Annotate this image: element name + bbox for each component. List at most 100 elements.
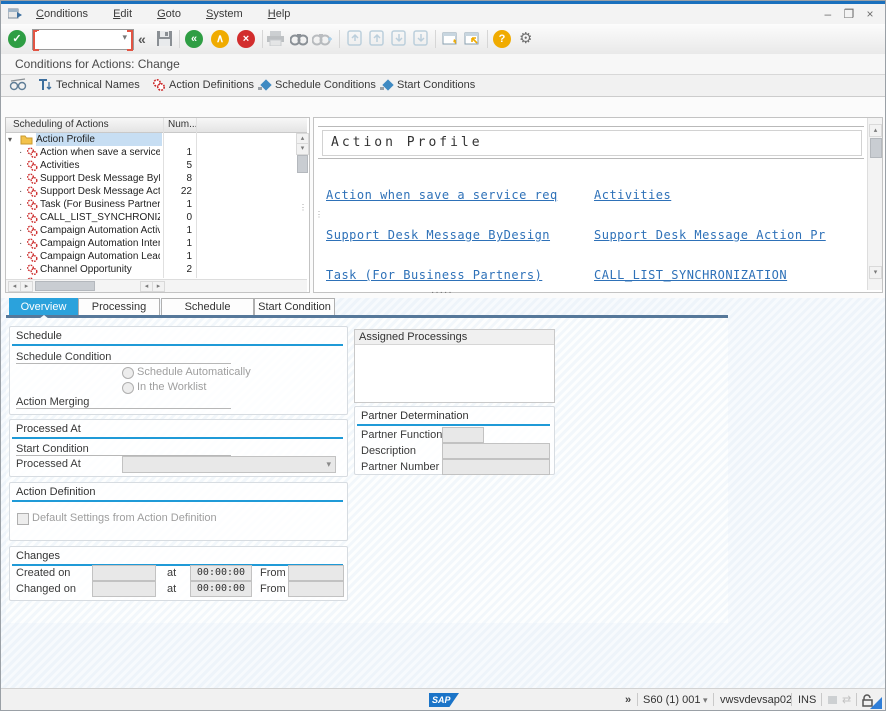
- tree-row[interactable]: · Support Desk Message ByDes 8: [6, 172, 294, 185]
- create-shortcut-icon[interactable]: [464, 30, 482, 49]
- start-condition-label: Start Condition: [16, 443, 231, 456]
- profile-link[interactable]: Support Desk Message ByDesign: [326, 228, 550, 242]
- tree-scroll-down[interactable]: ▾: [296, 143, 309, 155]
- tree-row[interactable]: · Support Desk Message Action 22: [6, 185, 294, 198]
- tree-item-label[interactable]: Task (For Business Partners): [40, 198, 160, 211]
- tree-scrollbar-thumb[interactable]: [297, 155, 308, 173]
- schedule-conditions-button[interactable]: Schedule Conditions: [275, 75, 376, 96]
- new-session-icon[interactable]: [442, 30, 460, 49]
- tree-item-label[interactable]: Support Desk Message ByDes: [40, 172, 160, 185]
- tree-expand-icon[interactable]: ▾: [8, 133, 12, 146]
- tree-row[interactable]: · Campaign Automation Activit 1: [6, 224, 294, 237]
- tree-row[interactable]: · Campaign Automation Lead 1: [6, 250, 294, 263]
- display-change-icon[interactable]: [9, 78, 27, 95]
- created-from-label: From: [260, 567, 286, 579]
- tree-item-label[interactable]: Campaign Automation Activit: [40, 224, 160, 237]
- action-definitions-button[interactable]: Action Definitions: [169, 75, 254, 96]
- profile-link[interactable]: CALL_LIST_SYNCHRONIZATION: [594, 268, 787, 282]
- tree-item-num: 2: [162, 263, 192, 276]
- profile-link[interactable]: Action when save a service req: [326, 188, 558, 202]
- profile-scroll-up[interactable]: ▴: [869, 124, 882, 137]
- pane-splitter-handle[interactable]: ·····: [431, 287, 453, 298]
- tree-hscrollbar-thumb[interactable]: [35, 281, 95, 291]
- tree-item-label[interactable]: Action when save a service re: [40, 146, 160, 159]
- changed-at-label: at: [167, 583, 176, 595]
- changed-from-label: From: [260, 583, 286, 595]
- tree-row[interactable]: · CALL_LIST_SYNCHRONIZATI 0: [6, 211, 294, 224]
- tree-hscrollbar: ◂ ▸ ◂ ▸: [6, 279, 307, 292]
- action-merging-label: Action Merging: [16, 396, 231, 409]
- status-expand-icon[interactable]: »: [625, 689, 631, 711]
- menu-help[interactable]: Help: [268, 4, 291, 24]
- profile-scroll-down[interactable]: ▾: [869, 266, 882, 279]
- insert-mode-indicator[interactable]: INS: [798, 689, 816, 711]
- help-icon[interactable]: ?: [493, 30, 511, 48]
- profile-link[interactable]: Task (For Business Partners): [326, 268, 542, 282]
- tree-item-label[interactable]: Channel Opportunity: [40, 263, 160, 276]
- command-input[interactable]: [37, 31, 119, 47]
- tree-item-num: 8: [162, 172, 192, 185]
- tree-row[interactable]: · Action when save a service re 1: [6, 146, 294, 159]
- processed-at-dropdown[interactable]: ▾: [122, 456, 336, 473]
- resize-corner[interactable]: [870, 697, 882, 709]
- minimize-button[interactable]: –: [819, 4, 837, 24]
- created-on-field: [92, 565, 156, 581]
- tree-row[interactable]: · Task (For Business Partners) 1: [6, 198, 294, 211]
- close-button[interactable]: ×: [861, 4, 879, 24]
- schedule-automatically-radio[interactable]: [122, 367, 134, 379]
- maximize-button[interactable]: ❐: [840, 4, 858, 24]
- menu-system[interactable]: System: [206, 4, 243, 24]
- window-controls: – ❐ ×: [819, 4, 879, 24]
- tree-item-num: 0: [162, 211, 192, 224]
- system-menu-icon[interactable]: [8, 8, 22, 23]
- default-settings-label: Default Settings from Action Definition: [32, 512, 217, 524]
- save-icon[interactable]: [156, 30, 173, 50]
- menu-goto[interactable]: Goto: [157, 4, 181, 24]
- tree-header: Scheduling of Actions Num...: [6, 118, 307, 133]
- tree-splitter-grip[interactable]: ⋮: [299, 206, 307, 210]
- default-settings-checkbox[interactable]: [17, 513, 29, 525]
- tree-root-row[interactable]: ▾ Action Profile: [6, 133, 294, 146]
- command-field[interactable]: ▾: [32, 29, 134, 50]
- tree-header-name[interactable]: Scheduling of Actions: [13, 118, 109, 132]
- tree-item-label[interactable]: Support Desk Message Action: [40, 185, 160, 198]
- tree-row[interactable]: · Campaign Automation Intern 1: [6, 237, 294, 250]
- tree-item-label[interactable]: CALL_LIST_SYNCHRONIZATI: [40, 211, 160, 224]
- find-icon[interactable]: [290, 30, 308, 49]
- back-icon[interactable]: «: [185, 30, 203, 48]
- tree-root-label[interactable]: Action Profile: [36, 133, 162, 146]
- panel-splitter-grip[interactable]: ⋮: [315, 210, 323, 219]
- sap-gui-window: Conditions Edit Goto System Help – ❐ × ✓…: [0, 0, 886, 711]
- menu-edit[interactable]: Edit: [113, 4, 132, 24]
- menu-conditions[interactable]: Conditions: [36, 4, 88, 24]
- in-the-worklist-radio[interactable]: [122, 382, 134, 394]
- tree-row[interactable]: · Channel Opportunity 2: [6, 263, 294, 276]
- system-session-info[interactable]: S60 (1) 001: [643, 689, 700, 711]
- sap-logo: SAP: [429, 693, 459, 707]
- tree-hscroll-right[interactable]: ▸: [20, 281, 33, 292]
- tree-header-num[interactable]: Num...: [168, 118, 197, 132]
- partner-number-field[interactable]: [442, 459, 550, 475]
- system-dropdown-icon[interactable]: ▾: [703, 689, 708, 711]
- tree-item-num: 1: [162, 250, 192, 263]
- num-hscroll-right[interactable]: ▸: [152, 281, 165, 292]
- tree-item-label[interactable]: Activities: [40, 159, 160, 172]
- profile-scrollbar-thumb[interactable]: [870, 138, 882, 158]
- partner-function-field[interactable]: [442, 427, 484, 443]
- technical-names-button[interactable]: Technical Names: [56, 75, 140, 96]
- start-conditions-button[interactable]: Start Conditions: [397, 75, 475, 96]
- profile-link[interactable]: Support Desk Message Action Pr: [594, 228, 826, 242]
- changed-from-field: [288, 581, 344, 597]
- exit-icon[interactable]: ∧: [211, 30, 229, 48]
- command-dropdown-icon[interactable]: ▾: [122, 32, 127, 43]
- scheduling-tree-panel: Scheduling of Actions Num... ▾ Action Pr…: [5, 117, 310, 293]
- tree-item-label[interactable]: Campaign Automation Lead: [40, 250, 160, 263]
- collapse-toolbar-icon[interactable]: «: [138, 31, 146, 47]
- previous-page-icon: [369, 30, 385, 49]
- profile-link[interactable]: Activities: [594, 188, 671, 202]
- tree-item-label[interactable]: Campaign Automation Intern: [40, 237, 160, 250]
- enter-icon[interactable]: ✓: [8, 30, 26, 48]
- tree-row[interactable]: · Activities 5: [6, 159, 294, 172]
- cancel-icon[interactable]: ×: [237, 30, 255, 48]
- customize-layout-icon[interactable]: ⚙: [519, 29, 532, 47]
